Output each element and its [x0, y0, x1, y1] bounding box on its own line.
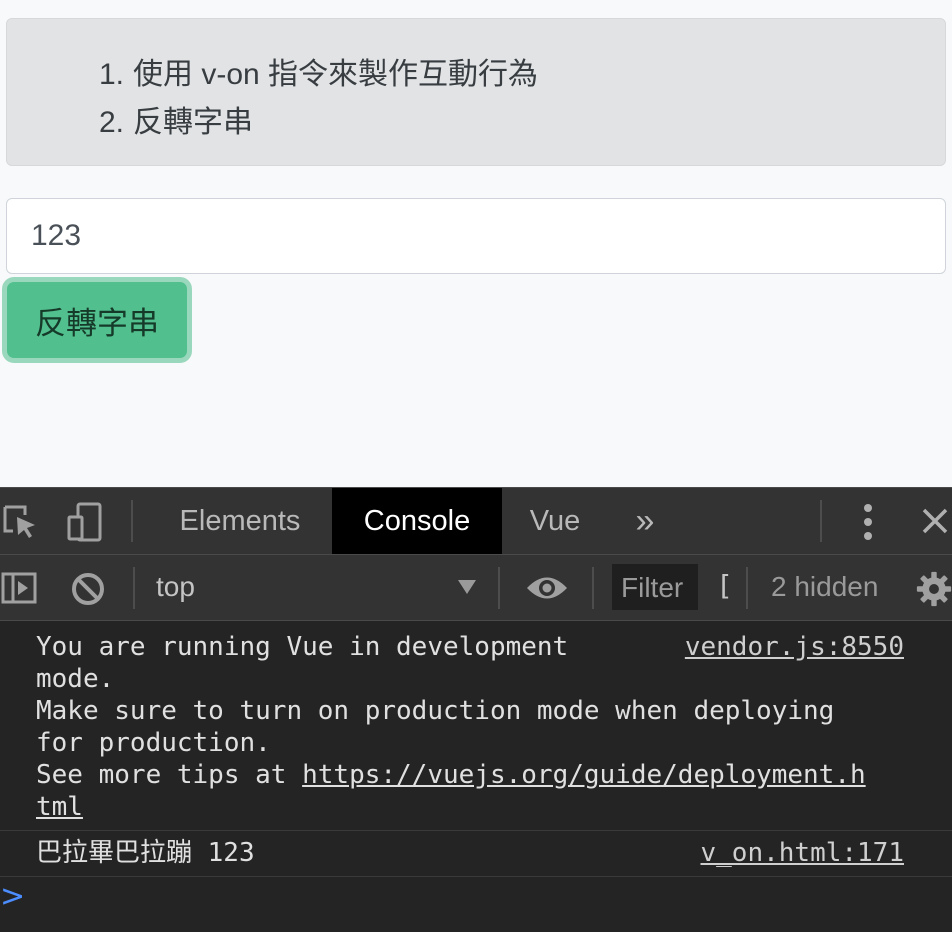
console-message: 巴拉畢巴拉蹦 123 v_on.html:171	[0, 831, 952, 877]
toolbar-divider	[746, 567, 748, 609]
kebab-menu-icon[interactable]	[852, 502, 884, 542]
list-item-text: 使用 v-on 指令來製作互動行為	[133, 58, 539, 91]
toolbar-divider	[131, 500, 133, 542]
reverse-string-button[interactable]: 反轉字串	[2, 277, 192, 363]
message-line: Make sure to turn on production mode whe…	[36, 696, 835, 726]
execution-context-selector[interactable]: top	[156, 571, 195, 603]
toolbar-divider	[592, 567, 594, 609]
message-source-link[interactable]: vendor.js:8550	[685, 631, 904, 663]
filter-input[interactable]: Filter	[612, 564, 698, 610]
live-expression-eye-icon[interactable]	[524, 571, 570, 605]
clear-console-icon[interactable]	[68, 569, 108, 609]
close-icon[interactable]	[918, 504, 952, 538]
more-tabs-icon[interactable]: »	[618, 488, 672, 554]
text-input[interactable]	[6, 198, 946, 274]
settings-gear-icon[interactable]	[916, 569, 952, 609]
toolbar-divider	[498, 567, 500, 609]
info-list: 1. 使用 v-on 指令來製作互動行為 2. 反轉字串	[99, 51, 538, 147]
message-source-link[interactable]: v_on.html:171	[701, 837, 905, 869]
message-line: for production.	[36, 728, 271, 758]
console-prompt-icon[interactable]: >	[0, 879, 25, 914]
list-item: 1. 使用 v-on 指令來製作互動行為	[99, 51, 538, 99]
page-content: 1.使用 v-on 指令來製作互動行為 2.反轉字串 反轉字串	[0, 0, 952, 487]
deployment-guide-link[interactable]: tml	[36, 792, 83, 822]
console-output: You are running Vue in development mode.…	[0, 621, 952, 932]
console-message-text: 巴拉畢巴拉蹦 123	[36, 838, 255, 868]
list-item-number: 2.	[99, 106, 125, 139]
devtools-panel: Elements Console Vue » top Filter [2 hi…	[0, 487, 952, 932]
deployment-guide-link[interactable]: https://vuejs.org/guide/deployment.h	[302, 760, 866, 790]
list-item-number: 1.	[99, 58, 125, 91]
info-list-box: 1. 使用 v-on 指令來製作互動行為 2. 反轉字串	[6, 18, 946, 166]
log-levels-dropdown[interactable]: [	[716, 569, 733, 602]
dropdown-arrow-icon[interactable]	[458, 580, 476, 594]
toolbar-divider	[820, 500, 822, 542]
hidden-messages-count: 2 hidden	[771, 571, 879, 602]
device-toolbar-icon[interactable]	[64, 500, 108, 544]
tab-console[interactable]: Console	[332, 488, 502, 554]
list-item: 2. 反轉字串	[99, 99, 538, 147]
message-line: You are running Vue in development	[36, 632, 569, 662]
message-line: See more tips at	[36, 760, 303, 790]
tab-elements[interactable]: Elements	[150, 488, 330, 554]
console-message: You are running Vue in development mode.…	[0, 621, 952, 831]
list-item-text: 反轉字串	[133, 106, 253, 139]
devtools-tabbar: Elements Console Vue »	[0, 487, 952, 555]
tab-vue[interactable]: Vue	[505, 488, 605, 554]
message-line: mode.	[36, 664, 115, 694]
console-filterbar: top Filter [ 2 hidden	[0, 555, 952, 621]
show-sidebar-icon[interactable]	[0, 571, 38, 605]
toolbar-divider	[133, 567, 135, 609]
inspect-element-icon[interactable]	[0, 502, 40, 542]
